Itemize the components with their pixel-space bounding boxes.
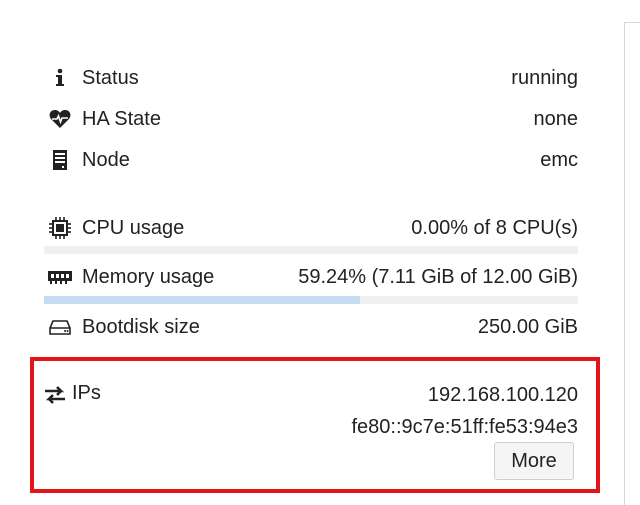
top-header-strip [0,0,640,23]
bootdisk-value: 250.00 GiB [477,316,578,338]
bootdisk-label: Bootdisk size [82,316,200,338]
server-icon [48,150,72,170]
ha-state-label: HA State [82,108,161,130]
ha-state-value: none [533,108,579,130]
node-row: Node emc [48,147,578,173]
status-value: running [511,67,578,89]
node-value: emc [540,149,578,171]
memory-usage-value: 59.24% (7.11 GiB of 12.00 GiB) [298,266,578,288]
bootdisk-row: Bootdisk size 250.00 GiB [48,314,578,340]
ipv4-address: 192.168.100.120 [427,384,578,406]
cpu-usage-row: CPU usage 0.00% of 8 CPU(s) [48,215,578,241]
memory-usage-bar [44,296,578,304]
ips-label: IPs [72,382,101,404]
memory-icon [48,267,72,287]
hdd-icon [48,317,72,337]
info-icon [48,68,72,88]
status-row: Status running [48,65,578,91]
ha-state-row: HA State none [48,106,578,132]
node-label: Node [82,149,130,171]
cpu-usage-label: CPU usage [82,217,185,239]
cpu-chip-icon [48,217,72,239]
memory-usage-label: Memory usage [82,266,215,288]
heartbeat-icon [48,109,72,129]
status-label: Status [82,67,139,89]
exchange-arrows-icon [44,385,66,405]
memory-usage-row: Memory usage 59.24% (7.11 GiB of 12.00 G… [48,264,578,290]
cpu-usage-bar [44,246,578,254]
memory-usage-bar-fill [44,296,361,304]
cpu-usage-value: 0.00% of 8 CPU(s) [411,217,578,239]
more-ips-button[interactable]: More [494,442,574,480]
ipv6-address: fe80::9c7e:51ff:fe53:94e3 [351,416,579,438]
